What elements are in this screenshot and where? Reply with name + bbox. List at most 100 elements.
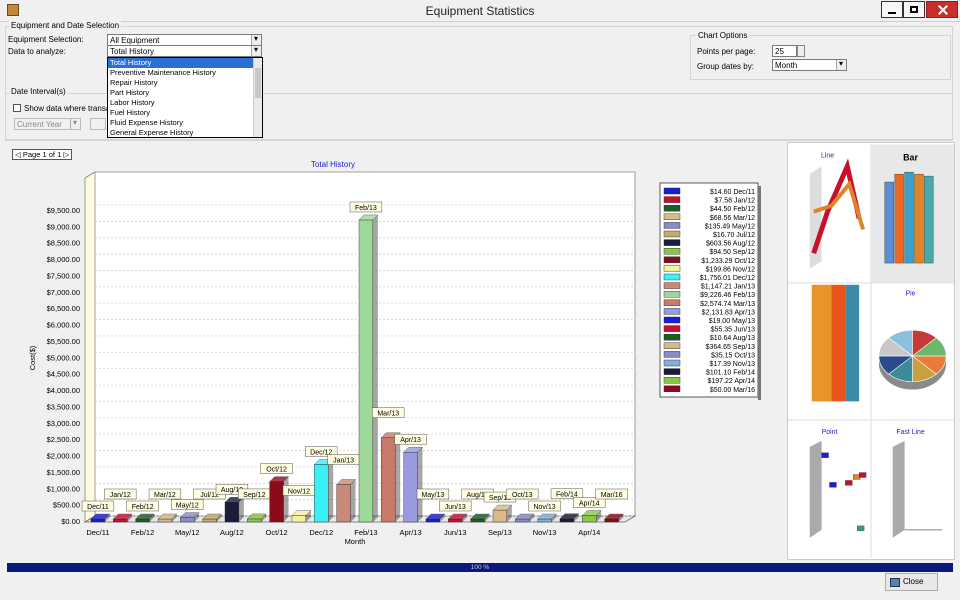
data-analyze-dropdown[interactable]: Total History Preventive Maintenance Hist…: [107, 57, 263, 138]
bar-front: [492, 509, 508, 523]
legend-swatch: [663, 376, 681, 384]
title-bar: Equipment Statistics: [0, 0, 960, 22]
close-button[interactable]: Close: [885, 573, 938, 591]
close-window-button[interactable]: [926, 1, 958, 18]
bar-front: [604, 518, 619, 523]
dropdown-option[interactable]: General Expense History: [108, 128, 254, 137]
point-thumb-marker: [845, 480, 853, 486]
chart-type-gallery[interactable]: Line Bar Pie Point Fast Line: [787, 142, 955, 560]
legend-swatch: [663, 359, 681, 367]
dropdown-option[interactable]: Total History: [108, 58, 254, 68]
data-label: May/12: [176, 503, 199, 510]
group-dates-value: Month: [775, 61, 798, 70]
data-analyze-value: Total History: [110, 47, 155, 56]
bar-front: [559, 518, 575, 523]
legend-entry: $1,147.21 Jan/13: [701, 284, 755, 291]
dropdown-option[interactable]: Labor History: [108, 98, 254, 108]
legend-entry: $603.56 Aug/12: [706, 241, 755, 248]
legend-entry: $44.50 Feb/12: [710, 206, 755, 213]
points-spinner[interactable]: [797, 45, 805, 57]
legend-swatch: [663, 342, 681, 350]
period-select[interactable]: Current Year: [14, 118, 81, 130]
chevron-down-icon[interactable]: [70, 118, 80, 129]
legend-swatch: [663, 196, 681, 203]
data-label: Oct/12: [266, 467, 287, 474]
chevron-down-icon[interactable]: [251, 34, 261, 45]
bar-thumb-bar: [894, 173, 904, 264]
x-tick-label: Apr/14: [578, 528, 600, 537]
bar: [224, 497, 245, 523]
legend-entry: $17.39 Nov/13: [709, 361, 755, 368]
data-label: Apr/14: [579, 501, 600, 508]
dropdown-option[interactable]: Fluid Expense History: [108, 118, 254, 128]
legend-swatch: [663, 290, 681, 298]
bar-front: [180, 517, 195, 523]
legend-swatch: [663, 205, 681, 212]
points-per-page-input[interactable]: 25: [772, 45, 797, 57]
x-tick-label: Feb/12: [131, 528, 154, 537]
dropdown-option[interactable]: Part History: [108, 88, 254, 98]
dropdown-option[interactable]: Repair History: [108, 78, 254, 88]
legend-entry: $19.00 May/13: [709, 318, 755, 325]
chart-options-group: [690, 35, 951, 80]
selection-group-title: Equipment and Date Selection: [9, 21, 122, 30]
legend-swatch: [663, 316, 681, 324]
progress-bar: 100 %: [7, 563, 953, 572]
legend-swatch: [663, 385, 681, 393]
chart-side-wall: [84, 171, 96, 523]
data-label: Nov/13: [533, 504, 555, 511]
x-tick-label: Dec/11: [86, 528, 109, 537]
chevron-down-icon[interactable]: [251, 45, 261, 56]
point-thumb-wall: [809, 440, 822, 538]
x-tick-label: Sep/13: [488, 528, 512, 537]
equipment-select-value: All Equipment: [110, 36, 160, 45]
y-tick-label: $3,000.00: [47, 419, 80, 428]
point-thumb-marker: [858, 472, 867, 478]
bar-front: [403, 452, 418, 523]
bar-front: [582, 515, 597, 523]
dropdown-scrollbar[interactable]: [253, 58, 262, 137]
legend-swatch: [663, 265, 681, 272]
date-field[interactable]: [90, 118, 106, 130]
legend-entry: $94.50 Sep/12: [709, 249, 755, 256]
legend-swatch: [663, 213, 681, 220]
y-axis-label: Cost($): [28, 345, 37, 370]
x-tick-label: May/12: [175, 528, 200, 537]
y-tick-label: $2,000.00: [47, 452, 80, 461]
legend-entry: $1,233.29 Oct/12: [701, 258, 755, 265]
y-tick-label: $5,500.00: [47, 337, 80, 346]
y-tick-label: $8,000.00: [47, 255, 80, 264]
legend-swatch: [663, 325, 681, 332]
area-thumb-area: [845, 284, 860, 402]
chevron-down-icon[interactable]: [836, 59, 846, 70]
bar: [403, 447, 423, 523]
bar-front: [90, 518, 106, 523]
legend-swatch: [663, 368, 681, 375]
legend-entry: $14.60 Dec/11: [710, 189, 755, 196]
legend-entry: $135.49 May/12: [705, 223, 755, 230]
dropdown-option[interactable]: Fuel History: [108, 108, 254, 118]
y-tick-label: $1,000.00: [47, 484, 80, 493]
y-tick-label: $8,500.00: [47, 239, 80, 248]
minimize-button[interactable]: [881, 1, 903, 18]
point-thumb-marker: [821, 452, 829, 458]
maximize-button[interactable]: [903, 1, 925, 18]
bar-front: [291, 515, 307, 523]
legend-entry: $2,574.74 Mar/13: [700, 301, 755, 308]
show-data-checkbox[interactable]: [13, 104, 21, 112]
scroll-thumb[interactable]: [255, 68, 261, 98]
legend-entry: $35.15 Oct/13: [711, 352, 755, 359]
legend-entry: $10.64 Aug/13: [710, 335, 755, 342]
area-thumb-area: [831, 284, 846, 402]
chart-options-title: Chart Options: [696, 31, 750, 40]
data-analyze-select[interactable]: Total History: [107, 45, 262, 57]
x-tick-label: Feb/13: [354, 528, 377, 537]
bar-front: [157, 518, 173, 523]
dropdown-option[interactable]: Preventive Maintenance History: [108, 68, 254, 78]
legend-entry: $364.65 Sep/13: [706, 344, 756, 351]
y-tick-label: $2,500.00: [47, 435, 80, 444]
bar: [336, 479, 356, 523]
legend-swatch: [663, 256, 681, 264]
period-select-value: Current Year: [17, 120, 62, 129]
group-dates-select[interactable]: Month: [772, 59, 847, 71]
